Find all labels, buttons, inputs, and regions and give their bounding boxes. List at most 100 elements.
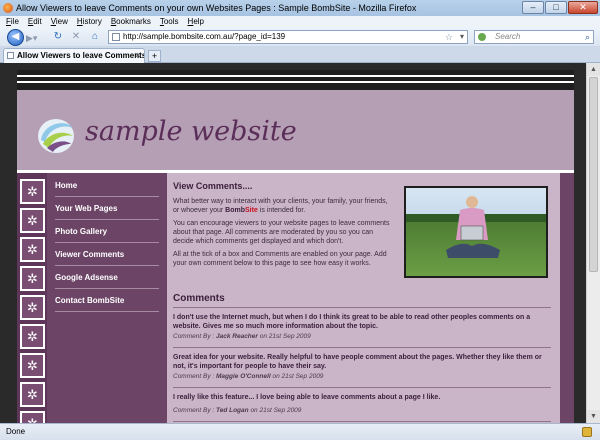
ornament-icon: ✲ (20, 324, 45, 349)
nav-item-home[interactable]: Home (55, 175, 159, 197)
close-button[interactable]: ✕ (568, 1, 598, 14)
brand-name-part: Site (244, 207, 258, 214)
address-bar[interactable]: http://sample.bombsite.com.au/?page_id=1… (108, 30, 468, 44)
scroll-up-icon[interactable]: ▲ (587, 63, 600, 76)
comment-meta: Comment By : Maggie O'Connell on 21st Se… (173, 373, 323, 380)
view-comments-heading: View Comments.... (173, 181, 253, 191)
maximize-button[interactable]: □ (545, 1, 567, 14)
site-title[interactable]: sample website (85, 116, 297, 147)
site-sidebar-nav: Home Your Web Pages Photo Gallery Viewer… (47, 173, 167, 423)
window-titlebar: Allow Viewers to leave Comments on your … (0, 0, 600, 16)
comment-author: Ted Logan (216, 407, 249, 414)
home-icon[interactable]: ⌂ (89, 31, 101, 43)
ornament-icon: ✲ (20, 295, 45, 320)
menu-bar: File Edit View History Bookmarks Tools H… (0, 16, 600, 28)
status-text: Done (6, 427, 26, 436)
intro-paragraph-3: All at the tick of a box and Comments ar… (173, 251, 387, 267)
comment-author: Jack Reacher (216, 333, 258, 340)
comment-date: 21st Sep 2009 (268, 333, 311, 340)
menu-bookmarks[interactable]: Bookmarks (111, 16, 151, 28)
search-placeholder: Search (495, 32, 521, 41)
comment-by-label: Comment By : (173, 407, 215, 414)
back-icon[interactable]: ◀ (7, 29, 24, 46)
nav-item-photo-gallery[interactable]: Photo Gallery (55, 221, 159, 243)
comment-text: I really like this feature... I love bei… (173, 394, 441, 401)
man-with-laptop-image (406, 196, 546, 258)
intro-paragraph-2: You can encourage viewers to your websit… (173, 220, 390, 245)
brand-name-part: Bomb (225, 207, 245, 214)
comment-text: I don't use the Internet much, but when … (173, 314, 531, 330)
site-identity-icon[interactable] (112, 33, 120, 41)
menu-tools[interactable]: Tools (160, 16, 179, 28)
comment-divider (173, 387, 551, 388)
brand-name: BombSite (225, 207, 258, 214)
ornament-icon: ✲ (20, 237, 45, 262)
comment-divider (173, 421, 551, 422)
tab-current[interactable]: Allow Viewers to leave Comments on... ✕ (3, 48, 145, 63)
minimize-button[interactable]: – (522, 1, 544, 14)
menu-edit[interactable]: Edit (28, 16, 42, 28)
nav-item-google-adsense[interactable]: Google Adsense (55, 267, 159, 289)
scroll-down-icon[interactable]: ▼ (587, 410, 600, 423)
search-icon[interactable]: ⌕ (585, 31, 590, 43)
tab-strip: Allow Viewers to leave Comments on... ✕ … (0, 46, 600, 63)
ornament-icon: ✲ (20, 353, 45, 378)
chevron-down-icon[interactable]: ▾ (460, 31, 464, 43)
firefox-icon (3, 3, 13, 13)
website: sample website ✲ ✲ ✲ ✲ ✲ ✲ ✲ ✲ ✲ Home Yo… (17, 70, 574, 423)
page-icon (7, 52, 14, 59)
site-logo-icon[interactable] (35, 114, 77, 156)
feature-photo (404, 186, 548, 278)
window-title: Allow Viewers to leave Comments on your … (16, 3, 417, 13)
stop-icon[interactable]: ✕ (70, 31, 82, 43)
nav-item-contact-bombsite[interactable]: Contact BombSite (55, 290, 159, 312)
window-controls: – □ ✕ (522, 1, 598, 14)
header-line (17, 75, 574, 77)
main-content: View Comments.... What better way to int… (167, 173, 560, 423)
page-viewport: sample website ✲ ✲ ✲ ✲ ✲ ✲ ✲ ✲ ✲ Home Yo… (0, 63, 600, 423)
menu-history[interactable]: History (77, 16, 102, 28)
comment-meta: Comment By : Ted Logan on 21st Sep 2009 (173, 407, 301, 414)
search-engine-icon[interactable] (478, 33, 486, 41)
menu-help[interactable]: Help (188, 16, 204, 28)
nav-item-viewer-comments[interactable]: Viewer Comments (55, 244, 159, 266)
right-border-strip (560, 173, 574, 423)
ornament-column: ✲ ✲ ✲ ✲ ✲ ✲ ✲ ✲ ✲ (17, 173, 47, 423)
comment-divider (173, 347, 551, 348)
close-icon[interactable]: ✕ (134, 49, 141, 62)
ornament-icon: ✲ (20, 382, 45, 407)
comment-on-label: on (272, 373, 280, 380)
scrollbar-thumb[interactable] (589, 77, 598, 272)
comment-text: Great idea for your website. Really help… (173, 354, 542, 370)
status-bar: Done (0, 423, 600, 440)
intro-paragraph-1: What better way to interact with your cl… (173, 197, 395, 215)
menu-file[interactable]: File (6, 16, 19, 28)
intro-text-part: is intended for. (257, 207, 306, 214)
comment-meta: Comment By : Jack Reacher on 21st Sep 20… (173, 333, 311, 340)
comment-on-label: on (259, 333, 267, 340)
forward-icon[interactable]: ▶▾ (26, 32, 40, 44)
star-icon[interactable]: ☆ (445, 31, 453, 43)
ornament-icon: ✲ (20, 179, 45, 204)
reload-icon[interactable]: ↻ (52, 31, 64, 43)
comment-author: Maggie O'Connell (216, 373, 271, 380)
comment-by-label: Comment By : (173, 373, 215, 380)
addon-status-icon[interactable] (582, 427, 592, 437)
header-line (17, 81, 574, 83)
menu-view[interactable]: View (51, 16, 68, 28)
tab-label[interactable]: Allow Viewers to leave Comments on... (17, 51, 144, 60)
ornament-icon: ✲ (20, 266, 45, 291)
comment-date: 21st Sep 2009 (259, 407, 302, 414)
header-top-band (17, 70, 574, 90)
site-header: sample website (17, 90, 574, 170)
nav-item-your-web-pages[interactable]: Your Web Pages (55, 198, 159, 220)
url-text[interactable]: http://sample.bombsite.com.au/?page_id=1… (123, 32, 285, 41)
comment-by-label: Comment By : (173, 333, 215, 340)
comment-on-label: on (250, 407, 258, 414)
comment-date: 21st Sep 2009 (281, 373, 324, 380)
vertical-scrollbar[interactable]: ▲ ▼ (586, 63, 600, 423)
ornament-icon: ✲ (20, 208, 45, 233)
new-tab-button[interactable]: + (148, 50, 161, 62)
comments-heading: Comments (173, 293, 225, 304)
search-input[interactable]: Search ⌕ (474, 30, 594, 44)
